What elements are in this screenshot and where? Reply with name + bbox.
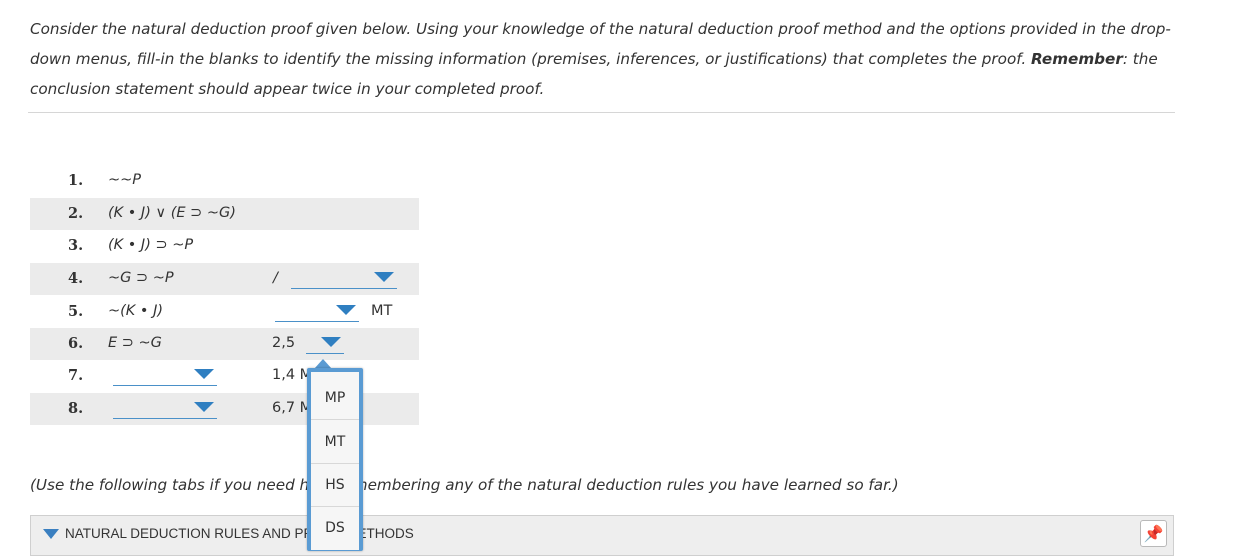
chevron-down-icon [321,337,341,347]
menu-option-ds[interactable]: DS [311,507,359,550]
statement-dropdown[interactable] [113,396,217,419]
line-number: 3. [68,237,84,254]
chevron-down-icon [336,305,356,315]
conclusion-dropdown[interactable] [291,266,397,289]
line-number: 1. [68,172,84,189]
line-number: 8. [68,400,84,417]
rule-dropdown-menu: MP MT HS DS [307,368,363,551]
pin-icon[interactable]: 📌 [1140,520,1167,547]
line-number: 7. [68,367,84,384]
justification-lines: 2,5 [272,335,296,351]
proof-line-2: 2. (K • J) ∨ (E ⊃ ~G) [30,198,419,230]
conclusion-slash: / [273,270,278,286]
proof-line-6: 6. E ⊃ ~G 2,5 [30,328,419,360]
chevron-down-icon [194,369,214,379]
proof-line-4: 4. ~G ⊃ ~P / [30,263,419,295]
help-note: (Use the following tabs if you need help… [30,476,899,494]
justification-rule: MT [371,303,393,319]
menu-option-hs[interactable]: HS [311,464,359,507]
instructions: Consider the natural deduction proof giv… [30,14,1190,104]
line-statement: E ⊃ ~G [108,335,162,351]
rules-accordion[interactable]: NATURAL DEDUCTION RULES AND PROOF METHOD… [30,515,1174,556]
proof-line-5: 5. ~(K • J) MT [30,296,419,328]
line-statement: (K • J) ⊃ ~P [108,237,194,253]
line-statement: (K • J) ∨ (E ⊃ ~G) [108,205,236,221]
line-number: 2. [68,205,84,222]
justification-lines-dropdown[interactable] [275,299,359,322]
line-statement: ~G ⊃ ~P [108,270,174,286]
instructions-text: Consider the natural deduction proof giv… [30,20,1171,68]
divider [28,112,1175,113]
menu-option-mp[interactable]: MP [311,377,359,420]
proof-line-3: 3. (K • J) ⊃ ~P [30,230,419,262]
chevron-down-icon [374,272,394,282]
line-number: 5. [68,303,84,320]
chevron-down-icon [194,402,214,412]
line-number: 6. [68,335,84,352]
line-statement: ~~P [108,172,142,188]
line-number: 4. [68,270,84,287]
rule-dropdown[interactable] [306,331,344,354]
menu-option-mt[interactable]: MT [311,421,359,464]
caret-down-icon [43,529,59,539]
remember-label: Remember [1030,50,1123,68]
statement-dropdown[interactable] [113,363,217,386]
line-statement: ~(K • J) [108,303,164,319]
proof-line-1: 1. ~~P [30,165,419,197]
